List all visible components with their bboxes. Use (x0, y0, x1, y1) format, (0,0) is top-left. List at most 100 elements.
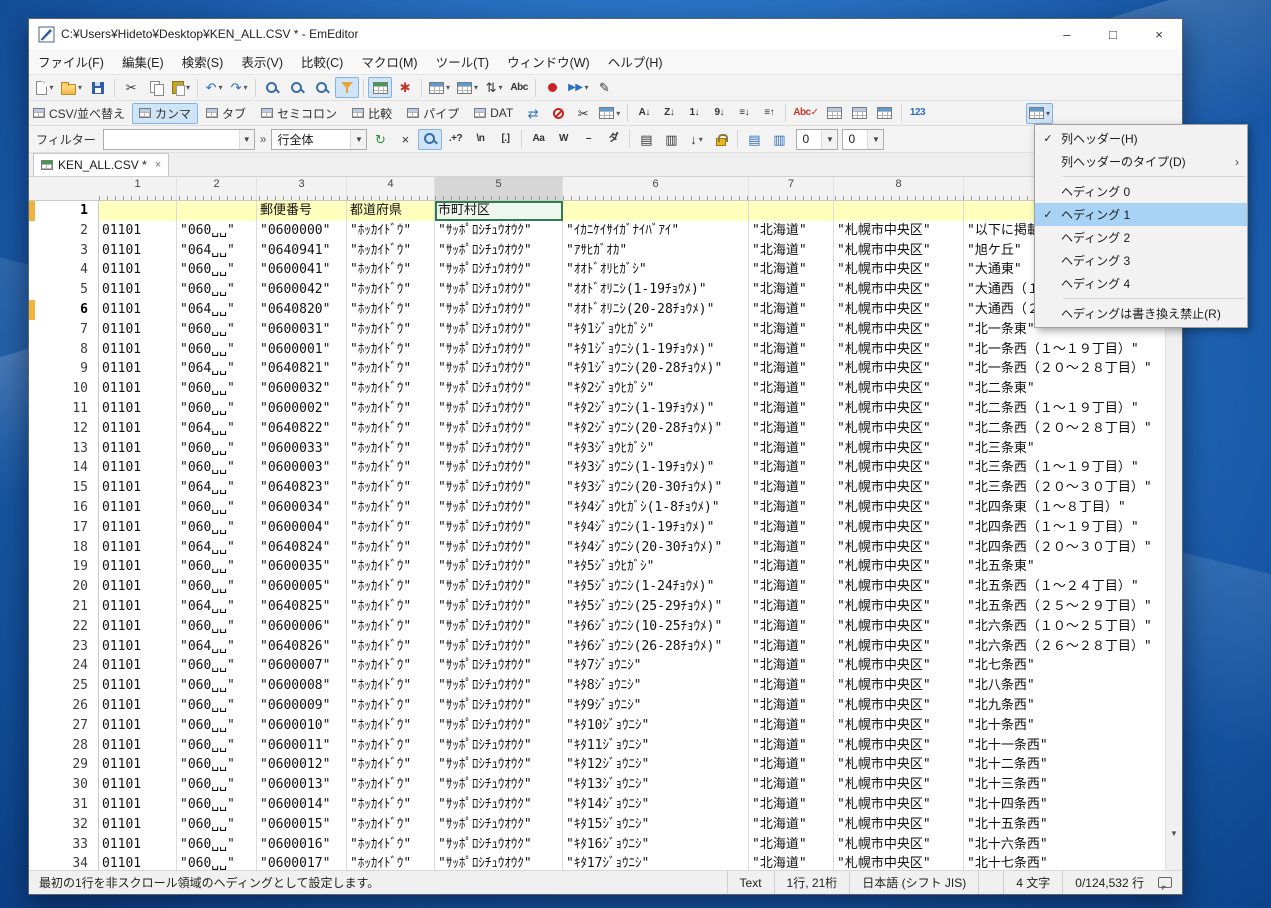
cell[interactable]: "北海道" (749, 399, 834, 419)
cell[interactable]: "060␣␣" (177, 775, 257, 795)
cell[interactable]: "ﾎｯｶｲﾄﾞｳ" (347, 518, 435, 538)
cell[interactable]: "ｻｯﾎﾟﾛｼﾁｭｳｵｳｸ" (435, 320, 563, 340)
cell[interactable]: 01101 (99, 755, 177, 775)
cell[interactable]: "北海道" (749, 676, 834, 696)
cell[interactable]: "北海道" (749, 538, 834, 558)
menu-tools[interactable]: ツール(T) (427, 49, 498, 74)
cell[interactable]: "札幌市中央区" (834, 775, 964, 795)
cell[interactable]: "ｻｯﾎﾟﾛｼﾁｭｳｵｳｸ" (435, 656, 563, 676)
cell[interactable]: 01101 (99, 716, 177, 736)
cell[interactable]: "0640822" (257, 419, 347, 439)
cell[interactable]: "060␣␣" (177, 340, 257, 360)
cell[interactable]: "ﾎｯｶｲﾄﾞｳ" (347, 458, 435, 478)
cell[interactable]: "ｻｯﾎﾟﾛｼﾁｭｳｵｳｸ" (435, 280, 563, 300)
close-filter-button[interactable]: × (393, 129, 417, 150)
cell[interactable]: "064␣␣" (177, 241, 257, 261)
context-lines-before-combobox[interactable]: 0 ▼ (796, 129, 838, 150)
cell[interactable]: "ｲｶﾆｹｲｻｲｶﾞﾅｲﾊﾞｱｲ" (563, 221, 749, 241)
chevron-down-icon[interactable]: ▼ (239, 130, 254, 149)
cell[interactable]: "ｻｯﾎﾟﾛｼﾁｭｳｵｳｸ" (435, 399, 563, 419)
menu-item-heading-3[interactable]: ヘディング 3 (1035, 249, 1247, 272)
cell[interactable]: "札幌市中央区" (834, 854, 964, 870)
delete-columns-button[interactable]: ✂ (571, 103, 595, 124)
cell[interactable]: "ﾎｯｶｲﾄﾞｳ" (347, 835, 435, 855)
cell[interactable]: "北十六条西" (964, 835, 1165, 855)
csv-mode-dat[interactable]: DAT (467, 103, 520, 124)
redo-button[interactable]: ↷▾ (227, 77, 251, 98)
line-number[interactable]: 3 (35, 241, 99, 261)
cell[interactable]: "札幌市中央区" (834, 557, 964, 577)
cell[interactable]: "0600006" (257, 617, 347, 637)
cell[interactable]: "ｻｯﾎﾟﾛｼﾁｭｳｵｳｸ" (435, 696, 563, 716)
cell[interactable]: 01101 (99, 241, 177, 261)
csv-mode-pipe[interactable]: パイプ (400, 103, 466, 124)
csv-off-button[interactable] (546, 103, 570, 124)
line-number[interactable]: 11 (35, 399, 99, 419)
cell[interactable]: "ｻｯﾎﾟﾛｼﾁｭｳｵｳｸ" (435, 854, 563, 870)
line-number[interactable]: 19 (35, 557, 99, 577)
insert-sequence-button[interactable]: 123 (906, 103, 930, 124)
cell[interactable]: "ｷﾀ1ｼﾞｮｳﾆｼ(20-28ﾁｮｳﾒ)" (563, 359, 749, 379)
line-number[interactable]: 23 (35, 637, 99, 657)
cell[interactable]: "北十四条西" (964, 795, 1165, 815)
cell[interactable]: "北海道" (749, 854, 834, 870)
cell[interactable]: "ｷﾀ2ｼﾞｮｳﾋｶﾞｼ" (563, 379, 749, 399)
cell[interactable]: "北海道" (749, 458, 834, 478)
cell[interactable]: "ｻｯﾎﾟﾛｼﾁｭｳｵｳｸ" (435, 379, 563, 399)
cell[interactable]: "札幌市中央区" (834, 221, 964, 241)
cell[interactable]: 01101 (99, 775, 177, 795)
cell[interactable]: "060␣␣" (177, 656, 257, 676)
paste-button[interactable]: ▾ (169, 77, 193, 98)
filter-combobox[interactable]: ▼ (103, 129, 255, 150)
status-segment-1[interactable]: 1行, 21桁 (774, 871, 850, 894)
cell[interactable]: "北海道" (749, 260, 834, 280)
sort-za-button[interactable]: Z↓ (657, 103, 681, 124)
cell[interactable]: "北海道" (749, 478, 834, 498)
apply-filter-button[interactable] (418, 129, 442, 150)
cell[interactable]: "北四条西（２０～３０丁目）" (964, 538, 1165, 558)
cell[interactable]: "札幌市中央区" (834, 478, 964, 498)
cell[interactable]: "札幌市中央区" (834, 755, 964, 775)
filter-extract-button[interactable]: ▥ (659, 129, 683, 150)
cell[interactable]: "0640826" (257, 637, 347, 657)
cell[interactable]: "ｷﾀ14ｼﾞｮｳﾆｼ" (563, 795, 749, 815)
quote-cells-button[interactable] (823, 103, 847, 124)
cell[interactable]: "0600041" (257, 260, 347, 280)
cell[interactable]: "0600010" (257, 716, 347, 736)
cell[interactable]: "0640823" (257, 478, 347, 498)
cell[interactable]: "064␣␣" (177, 300, 257, 320)
cell[interactable]: "北三条東" (964, 439, 1165, 459)
line-number[interactable]: 30 (35, 775, 99, 795)
cell[interactable]: "060␣␣" (177, 260, 257, 280)
sort-num-desc-button[interactable]: 9↓ (707, 103, 731, 124)
menu-help[interactable]: ヘルプ(H) (599, 49, 672, 74)
cell[interactable]: "札幌市中央区" (834, 379, 964, 399)
cell[interactable]: "ｷﾀ5ｼﾞｮｳﾆｼ(1-24ﾁｮｳﾒ)" (563, 577, 749, 597)
cell[interactable]: "ﾎｯｶｲﾄﾞｳ" (347, 399, 435, 419)
cell[interactable]: "064␣␣" (177, 637, 257, 657)
cell[interactable]: "ｻｯﾎﾟﾛｼﾁｭｳｵｳｸ" (435, 716, 563, 736)
cell[interactable]: "札幌市中央区" (834, 696, 964, 716)
save-file-button[interactable] (86, 77, 110, 98)
line-number[interactable]: 1 (35, 201, 99, 221)
cell[interactable]: 01101 (99, 538, 177, 558)
cell[interactable]: "北十条西" (964, 716, 1165, 736)
cell[interactable]: "0600008" (257, 676, 347, 696)
cell[interactable]: "ﾎｯｶｲﾄﾞｳ" (347, 221, 435, 241)
cut-button[interactable]: ✂ (119, 77, 143, 98)
context-before-button[interactable]: ▤ (742, 129, 766, 150)
line-number[interactable]: 7 (35, 320, 99, 340)
cell[interactable]: "北海道" (749, 439, 834, 459)
cell[interactable]: "北三条西（２０～３０丁目）" (964, 478, 1165, 498)
cell[interactable]: "北十二条西" (964, 755, 1165, 775)
line-number[interactable]: 25 (35, 676, 99, 696)
cell[interactable]: "0600017" (257, 854, 347, 870)
cell[interactable]: "ｻｯﾎﾟﾛｼﾁｭｳｵｳｸ" (435, 439, 563, 459)
cell[interactable]: "北海道" (749, 498, 834, 518)
cell[interactable]: "ｷﾀ5ｼﾞｮｳﾋｶﾞｼ" (563, 557, 749, 577)
cell[interactable]: 01101 (99, 419, 177, 439)
cell[interactable]: "北二条西（１～１９丁目）" (964, 399, 1165, 419)
cell[interactable]: 01101 (99, 260, 177, 280)
cell[interactable]: "060␣␣" (177, 696, 257, 716)
close-button[interactable]: × (1136, 19, 1182, 49)
